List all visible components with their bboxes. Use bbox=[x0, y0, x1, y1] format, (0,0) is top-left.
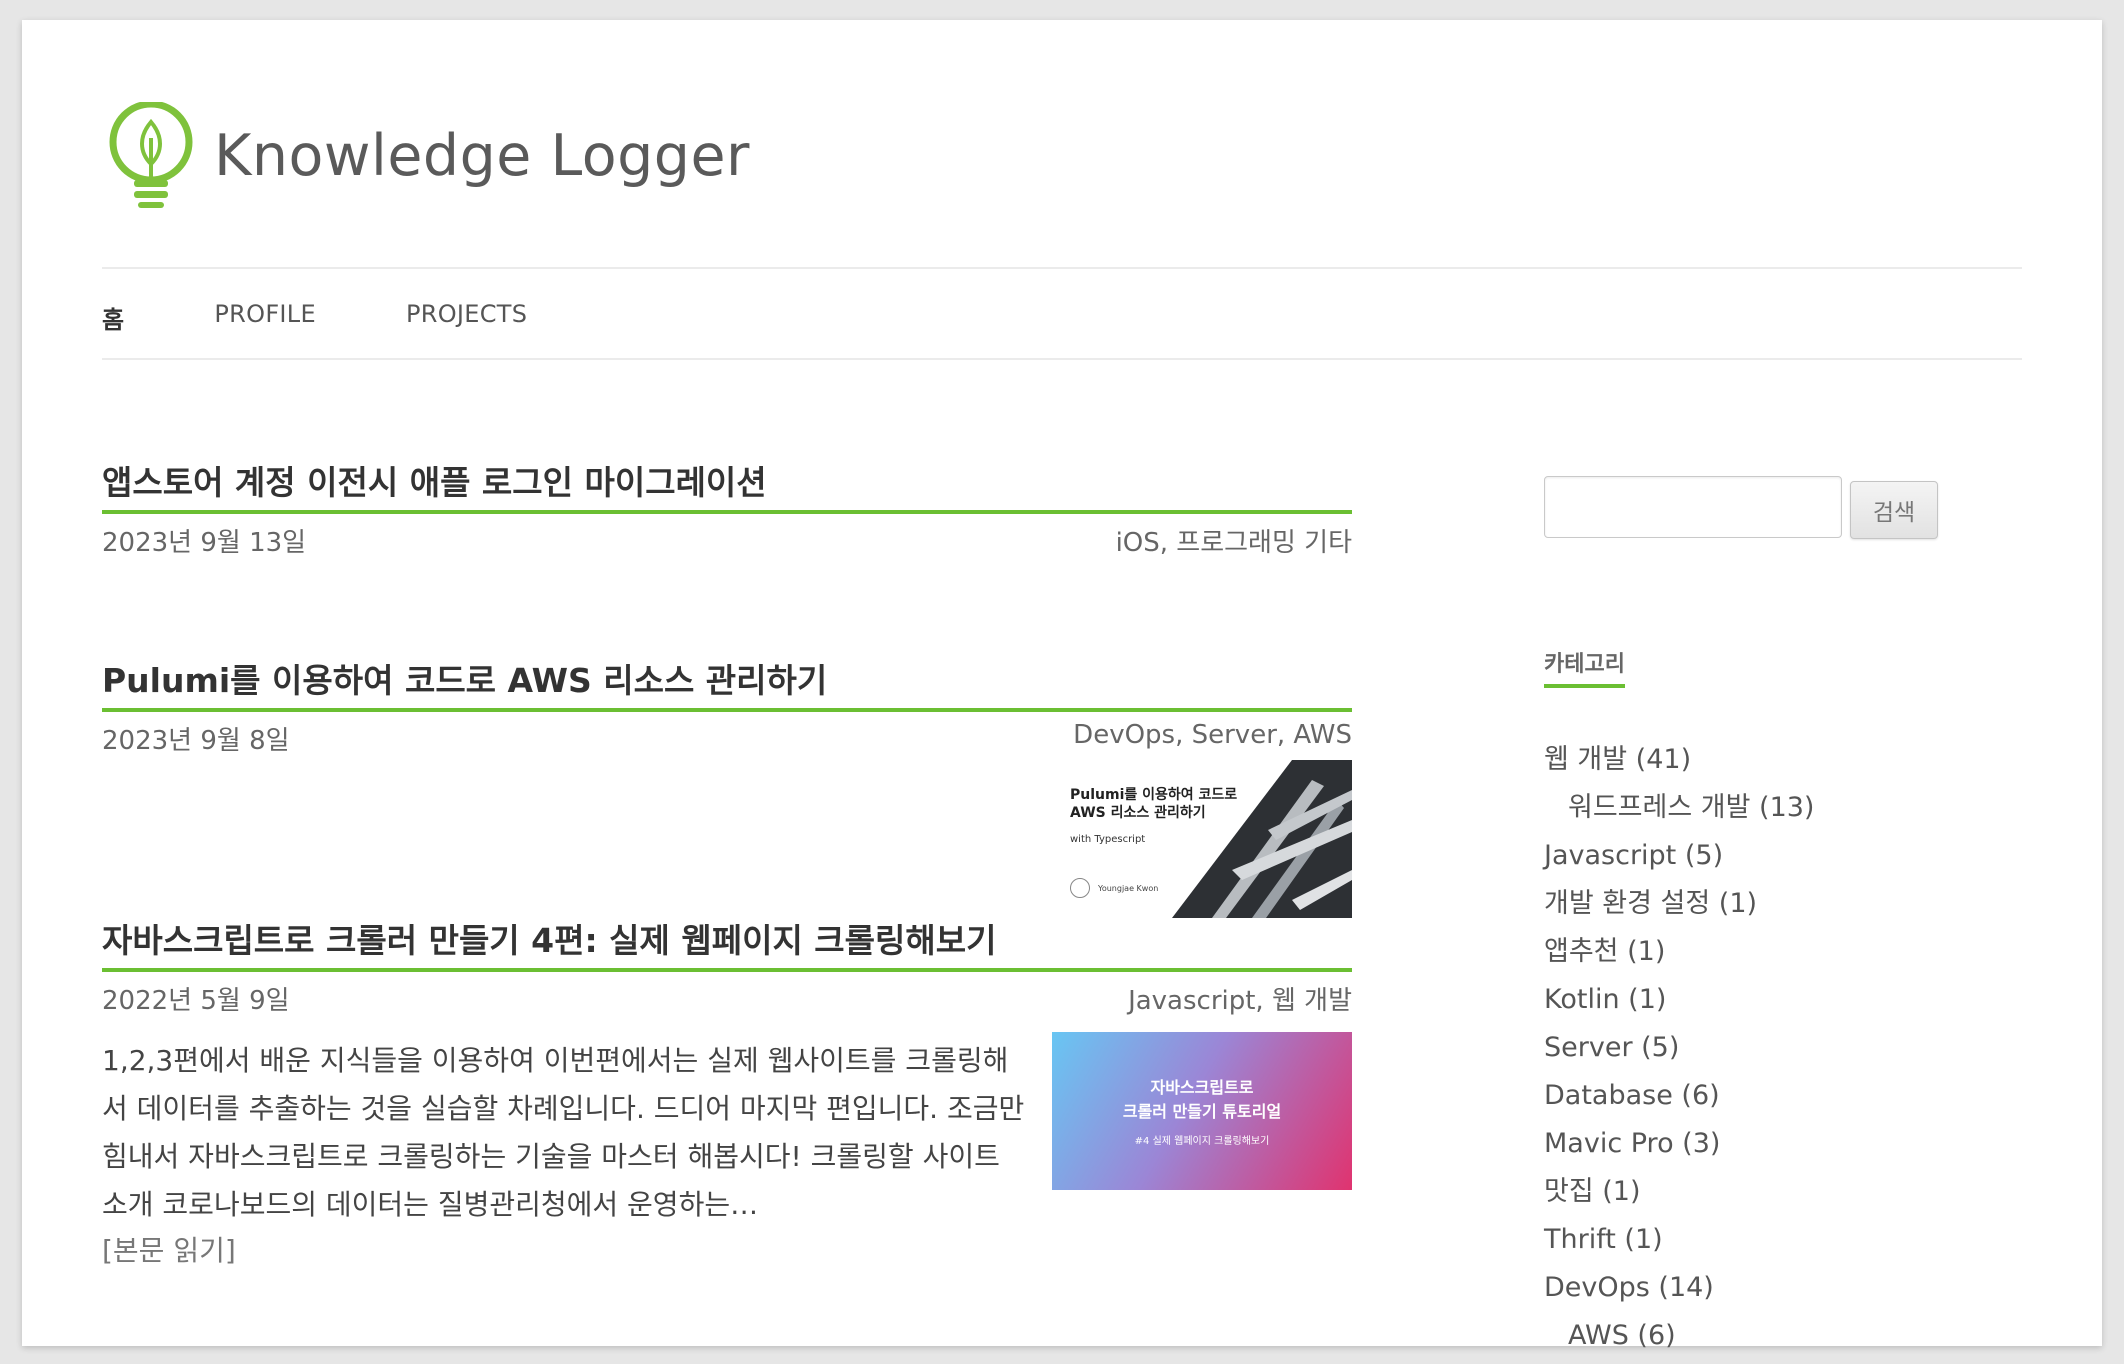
thumbnail-subtitle: with Typescript bbox=[1070, 834, 1146, 845]
category-item[interactable]: Thrift (1) bbox=[1544, 1220, 1814, 1268]
post-date[interactable]: 2022년 5월 9일 bbox=[102, 980, 290, 1017]
post-categories[interactable]: DevOps, Server, AWS bbox=[1073, 720, 1352, 757]
category-item[interactable]: 워드프레스 개발 (13) bbox=[1544, 788, 1814, 836]
categories-widget-title: 카테고리 bbox=[1544, 646, 1625, 688]
post-thumbnail[interactable]: 자바스크립트로 크롤러 만들기 튜토리얼 #4 실제 웹페이지 크롤링해보기 bbox=[1052, 1032, 1352, 1190]
category-item[interactable]: DevOps (14) bbox=[1544, 1268, 1814, 1316]
post-title[interactable]: Pulumi를 이용하여 코드로 AWS 리소스 관리하기 bbox=[102, 654, 1352, 712]
site-title[interactable]: Knowledge Logger bbox=[214, 123, 750, 189]
read-more-link[interactable]: [본문 읽기] bbox=[102, 1229, 1352, 1269]
category-list: 웹 개발 (41) 워드프레스 개발 (13) Javascript (5) 개… bbox=[1544, 740, 1814, 1364]
post-meta: 2023년 9월 8일 DevOps, Server, AWS bbox=[102, 720, 1352, 757]
author-avatar-icon bbox=[1070, 878, 1090, 898]
category-item[interactable]: 앱추천 (1) bbox=[1544, 932, 1814, 980]
post-entry: Pulumi를 이용하여 코드로 AWS 리소스 관리하기 2023년 9월 8… bbox=[102, 654, 1352, 918]
category-item[interactable]: AWS (6) bbox=[1544, 1316, 1814, 1364]
architecture-photo-icon bbox=[1172, 760, 1352, 918]
thumbnail-author: Youngjae Kwon bbox=[1070, 878, 1158, 898]
nav-item-home[interactable]: 홈 bbox=[102, 300, 124, 335]
category-item[interactable]: 개발 환경 설정 (1) bbox=[1544, 884, 1814, 932]
category-item[interactable]: Kotlin (1) bbox=[1544, 980, 1814, 1028]
lightbulb-logo-icon bbox=[109, 102, 193, 208]
post-categories[interactable]: Javascript, 웹 개발 bbox=[1128, 980, 1352, 1017]
pulumi-thumbnail-image: Pulumi를 이용하여 코드로 AWS 리소스 관리하기 with Types… bbox=[1060, 760, 1352, 918]
page: Knowledge Logger 홈 PROFILE PROJECTS 앱스토어… bbox=[22, 20, 2102, 1351]
thumbnail-text: 자바스크립트로 bbox=[1150, 1078, 1254, 1097]
post-thumbnail[interactable]: Pulumi를 이용하여 코드로 AWS 리소스 관리하기 with Types… bbox=[1060, 760, 1352, 918]
thumbnail-subtitle: #4 실제 웹페이지 크롤링해보기 bbox=[1134, 1136, 1270, 1147]
post-excerpt: 1,2,3편에서 배운 지식들을 이용하여 이번편에서는 실제 웹사이트를 크롤… bbox=[102, 1044, 1025, 1221]
header-divider bbox=[102, 267, 2022, 269]
category-item[interactable]: Javascript (5) bbox=[1544, 836, 1814, 884]
search-input[interactable] bbox=[1544, 476, 1842, 538]
category-item[interactable]: Database (6) bbox=[1544, 1076, 1814, 1124]
post-meta: 2023년 9월 13일 iOS, 프로그래밍 기타 bbox=[102, 522, 1352, 559]
post-meta: 2022년 5월 9일 Javascript, 웹 개발 bbox=[102, 980, 1352, 1017]
post-date[interactable]: 2023년 9월 8일 bbox=[102, 720, 290, 757]
post-entry: 자바스크립트로 크롤러 만들기 4편: 실제 웹페이지 크롤링해보기 2022년… bbox=[102, 914, 1352, 1269]
nav-item-projects[interactable]: PROJECTS bbox=[406, 300, 527, 335]
category-item[interactable]: Mavic Pro (3) bbox=[1544, 1124, 1814, 1172]
nav-divider bbox=[102, 358, 2022, 360]
crawler-thumbnail-image: 자바스크립트로 크롤러 만들기 튜토리얼 #4 실제 웹페이지 크롤링해보기 bbox=[1052, 1032, 1352, 1190]
post-categories[interactable]: iOS, 프로그래밍 기타 bbox=[1116, 522, 1352, 559]
post-date[interactable]: 2023년 9월 13일 bbox=[102, 522, 306, 559]
post-title[interactable]: 앱스토어 계정 이전시 애플 로그인 마이그레이션 bbox=[102, 456, 1352, 514]
category-item[interactable]: 맛집 (1) bbox=[1544, 1172, 1814, 1220]
main-navigation: 홈 PROFILE PROJECTS bbox=[102, 300, 617, 335]
category-item[interactable]: 웹 개발 (41) bbox=[1544, 740, 1814, 788]
post-entry: 앱스토어 계정 이전시 애플 로그인 마이그레이션 2023년 9월 13일 i… bbox=[102, 456, 1352, 559]
nav-item-profile[interactable]: PROFILE bbox=[214, 300, 316, 335]
thumbnail-text: 크롤러 만들기 튜토리얼 bbox=[1122, 1102, 1282, 1121]
site-logo[interactable]: Knowledge Logger bbox=[106, 102, 750, 210]
post-title[interactable]: 자바스크립트로 크롤러 만들기 4편: 실제 웹페이지 크롤링해보기 bbox=[102, 914, 1352, 972]
search-button[interactable]: 검색 bbox=[1850, 481, 1938, 539]
category-item[interactable]: Server (5) bbox=[1544, 1028, 1814, 1076]
